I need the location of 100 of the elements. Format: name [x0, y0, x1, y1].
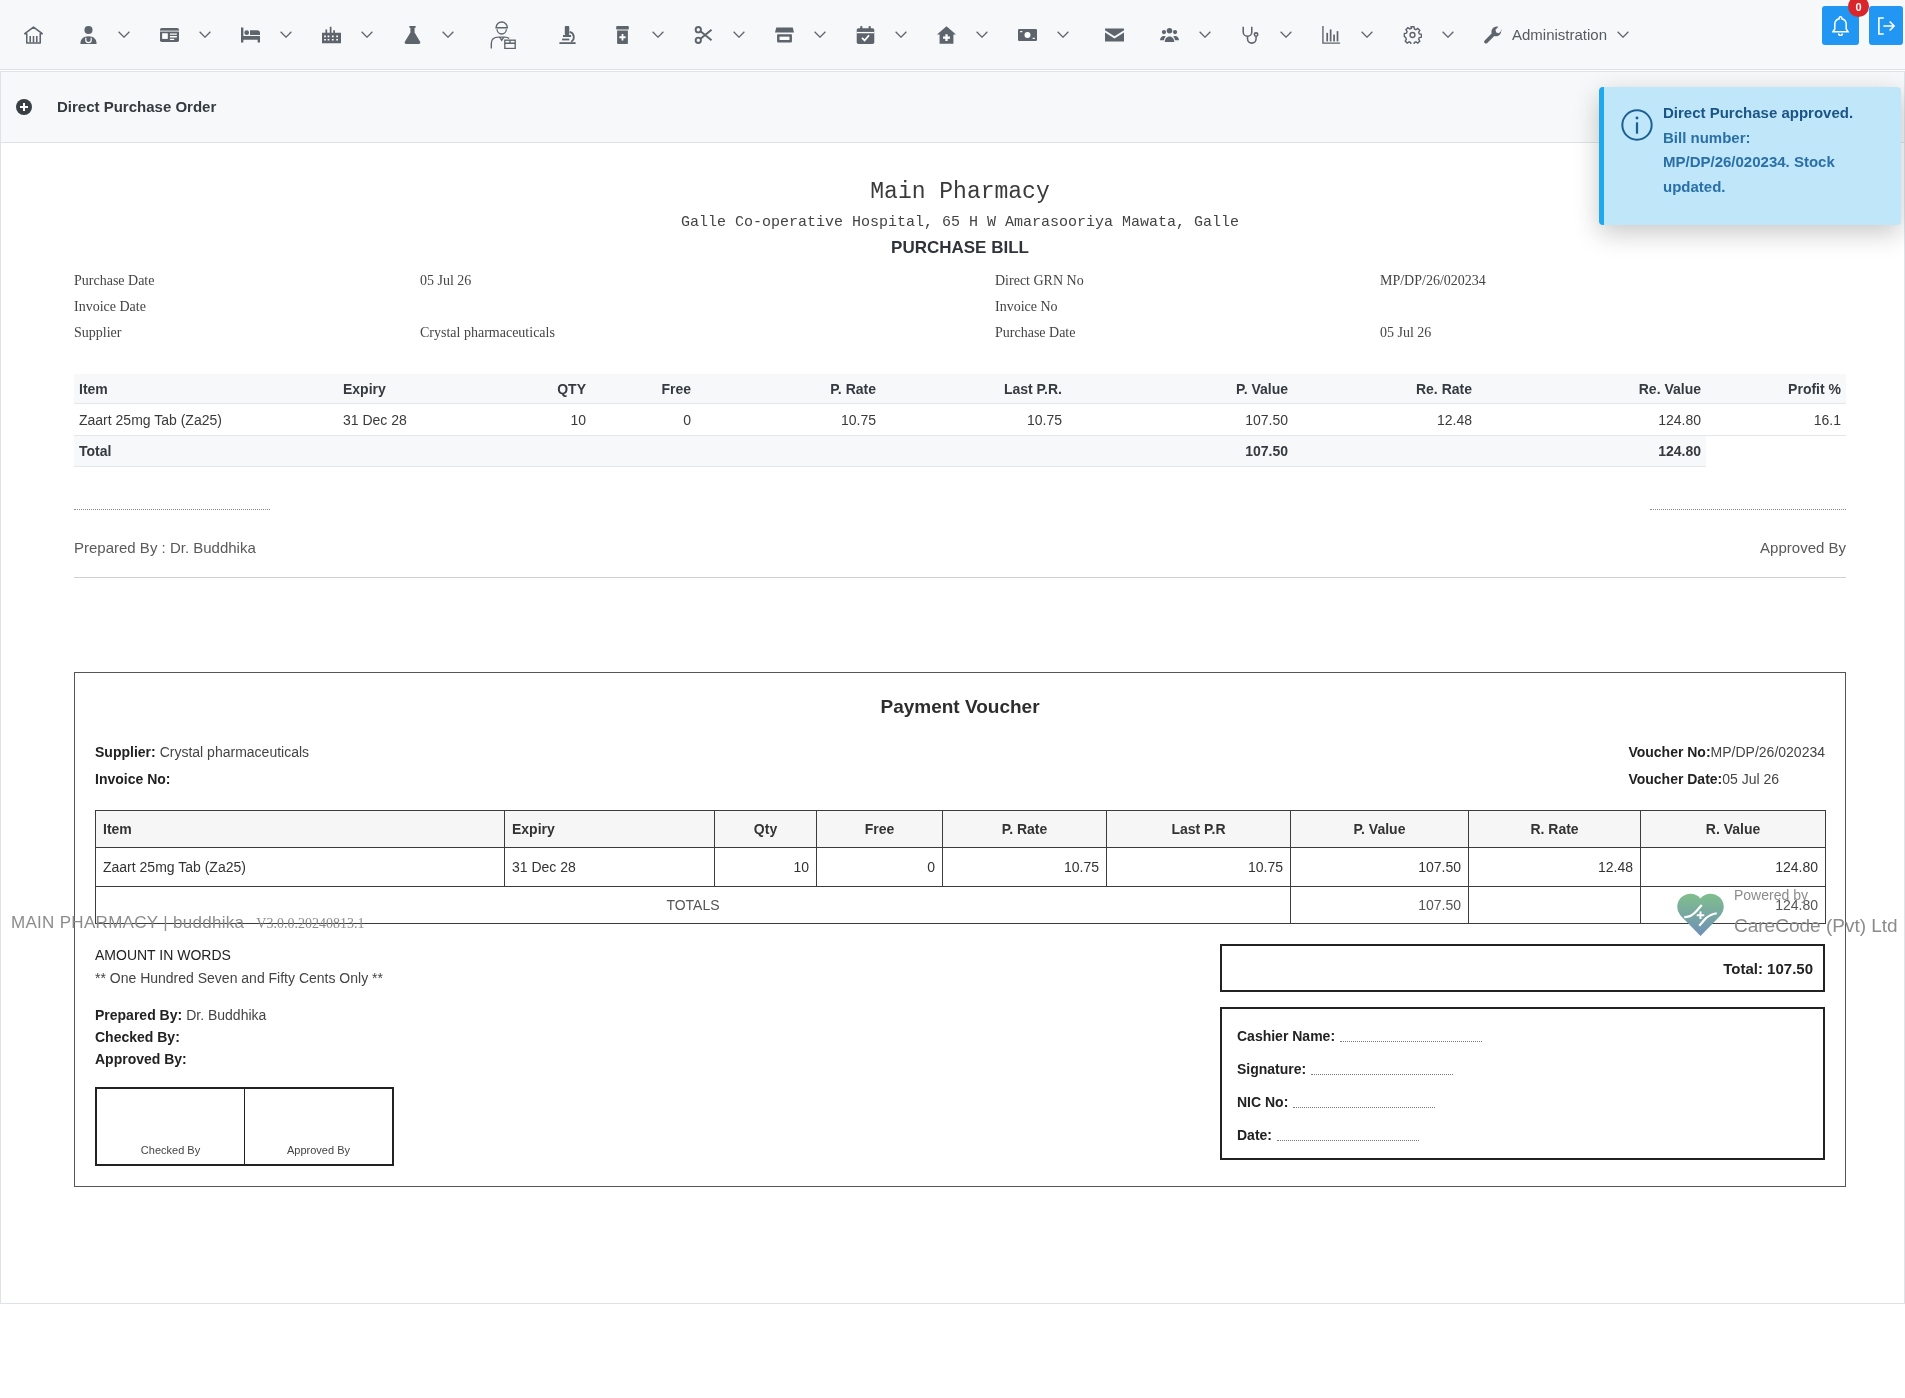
notification-badge: 0 — [1848, 0, 1869, 17]
home-icon — [24, 25, 43, 44]
column-header: Item — [95, 810, 505, 848]
column-header: Qty — [714, 810, 817, 848]
wrench-icon — [1484, 25, 1503, 44]
column-header: P. Value — [1290, 810, 1469, 848]
field-value: MP/DP/26/020234 — [1710, 744, 1825, 760]
caret-icon — [442, 31, 454, 38]
caret-icon — [118, 31, 130, 38]
caret-icon — [280, 31, 292, 38]
caret-icon — [895, 31, 907, 38]
column-header: R. Rate — [1468, 810, 1641, 848]
amount-in-words-heading: AMOUNT IN WORDS — [95, 946, 232, 965]
caret-icon — [1199, 31, 1211, 38]
table-cell: 10 — [488, 403, 591, 436]
bed-icon — [241, 25, 260, 44]
column-header: Expiry — [338, 374, 488, 404]
table-cell: 107.50 — [1290, 886, 1469, 924]
signature-label: Approved By — [1760, 538, 1846, 558]
field-label: Approved By: — [95, 1051, 187, 1067]
field-value: Crystal pharmaceuticals — [159, 744, 310, 760]
id-card-icon — [160, 25, 179, 44]
table-cell: 124.80 — [1477, 403, 1706, 436]
table-cell: 0 — [591, 403, 696, 436]
stethoscope-icon — [1241, 25, 1260, 44]
caret-icon — [361, 31, 373, 38]
detail-value: MP/DP/26/020234 — [1380, 272, 1486, 290]
caret-icon — [733, 31, 745, 38]
caret-icon — [1361, 31, 1373, 38]
table-cell: 107.50 — [1067, 435, 1293, 467]
detail-label: Direct GRN No — [995, 272, 1084, 290]
signature-box-label: Checked By — [140, 1144, 201, 1156]
store-icon — [775, 25, 794, 44]
field-label: Date: — [1237, 1126, 1272, 1143]
buildings-icon — [322, 25, 341, 44]
column-header: Item — [74, 374, 338, 404]
detail-label: Supplier — [74, 324, 122, 342]
voucher-title: Payment Voucher — [880, 695, 1040, 719]
table-cell: 10.75 — [1106, 847, 1291, 887]
logout-button[interactable] — [1869, 6, 1903, 45]
field-value: Dr. Buddhika — [186, 1007, 267, 1023]
toast-message: Bill number: MP/DP/26/020234. Stock updated. — [1663, 127, 1836, 197]
field-value: 05 Jul 26 — [1722, 771, 1780, 787]
amount-in-words-text: ** One Hundred Seven and Fifty Cents Only ** — [95, 969, 384, 988]
table-cell: 12.48 — [1293, 403, 1477, 436]
doctor-icon — [79, 25, 98, 44]
scissors-icon — [694, 25, 713, 44]
column-header: QTY — [488, 374, 591, 404]
field-label: Prepared By: — [95, 1007, 183, 1023]
column-header: Free — [816, 810, 943, 848]
detail-value: 05 Jul 26 — [1380, 324, 1432, 342]
table-cell: Zaart 25mg Tab (Za25) — [95, 847, 505, 887]
table-cell: Zaart 25mg Tab (Za25) — [74, 403, 338, 436]
microscope-icon — [558, 25, 577, 44]
table-cell: 10.75 — [942, 847, 1107, 887]
table-cell: 124.80 — [1640, 847, 1826, 887]
caret-icon — [652, 31, 664, 38]
field-label: Voucher No: — [1628, 744, 1711, 760]
table-cell: 10.75 — [696, 403, 881, 436]
table-cell: 12.48 — [1468, 847, 1641, 887]
pharmacy-name: Main Pharmacy — [870, 179, 1050, 205]
field-label: Cashier Name: — [1237, 1027, 1336, 1044]
field-label: Supplier: — [95, 744, 156, 760]
column-header: Re. Rate — [1293, 374, 1477, 404]
house-plus-icon — [937, 25, 956, 44]
caret-icon — [814, 31, 826, 38]
field-label: Signature: — [1237, 1060, 1307, 1077]
caret-icon — [1617, 31, 1630, 38]
bill-title: PURCHASE BILL — [891, 237, 1029, 259]
heart-logo-icon — [1677, 893, 1724, 936]
caret-icon — [1442, 31, 1454, 38]
calendar-check-icon — [856, 25, 875, 44]
caret-icon — [1280, 31, 1292, 38]
detail-value: 05 Jul 26 — [420, 272, 472, 290]
column-header: Profit % — [1706, 374, 1846, 404]
table-cell: 10.75 — [881, 403, 1067, 436]
toast-summary: Direct Purchase approved. — [1663, 103, 1855, 123]
table-cell: 107.50 — [1067, 403, 1293, 436]
info-icon — [1621, 109, 1653, 141]
caret-icon — [199, 31, 211, 38]
column-header: P. Rate — [696, 374, 881, 404]
field-label: Invoice No: — [95, 771, 171, 787]
worker-icon — [490, 20, 516, 49]
signature-box-label: Approved By — [287, 1144, 350, 1156]
column-header: P. Rate — [942, 810, 1107, 848]
users-icon — [1160, 25, 1179, 44]
bell-icon — [1832, 15, 1849, 36]
column-header: P. Value — [1067, 374, 1293, 404]
table-cell: 107.50 — [1290, 847, 1469, 887]
detail-label: Purchase Date — [74, 272, 155, 290]
page-title: Direct Purchase Order — [57, 97, 217, 117]
gear-icon — [1403, 25, 1422, 44]
nav-menu-item[interactable]: Administration — [1469, 14, 1645, 55]
plus-circle-icon — [16, 99, 32, 115]
table-cell: 16.1 — [1706, 403, 1846, 436]
field-label: Checked By: — [95, 1029, 180, 1045]
detail-label: Invoice No — [995, 298, 1058, 316]
detail-value: Crystal pharmaceuticals — [420, 324, 555, 342]
column-header: R. Value — [1640, 810, 1826, 848]
column-header: Free — [591, 374, 696, 404]
